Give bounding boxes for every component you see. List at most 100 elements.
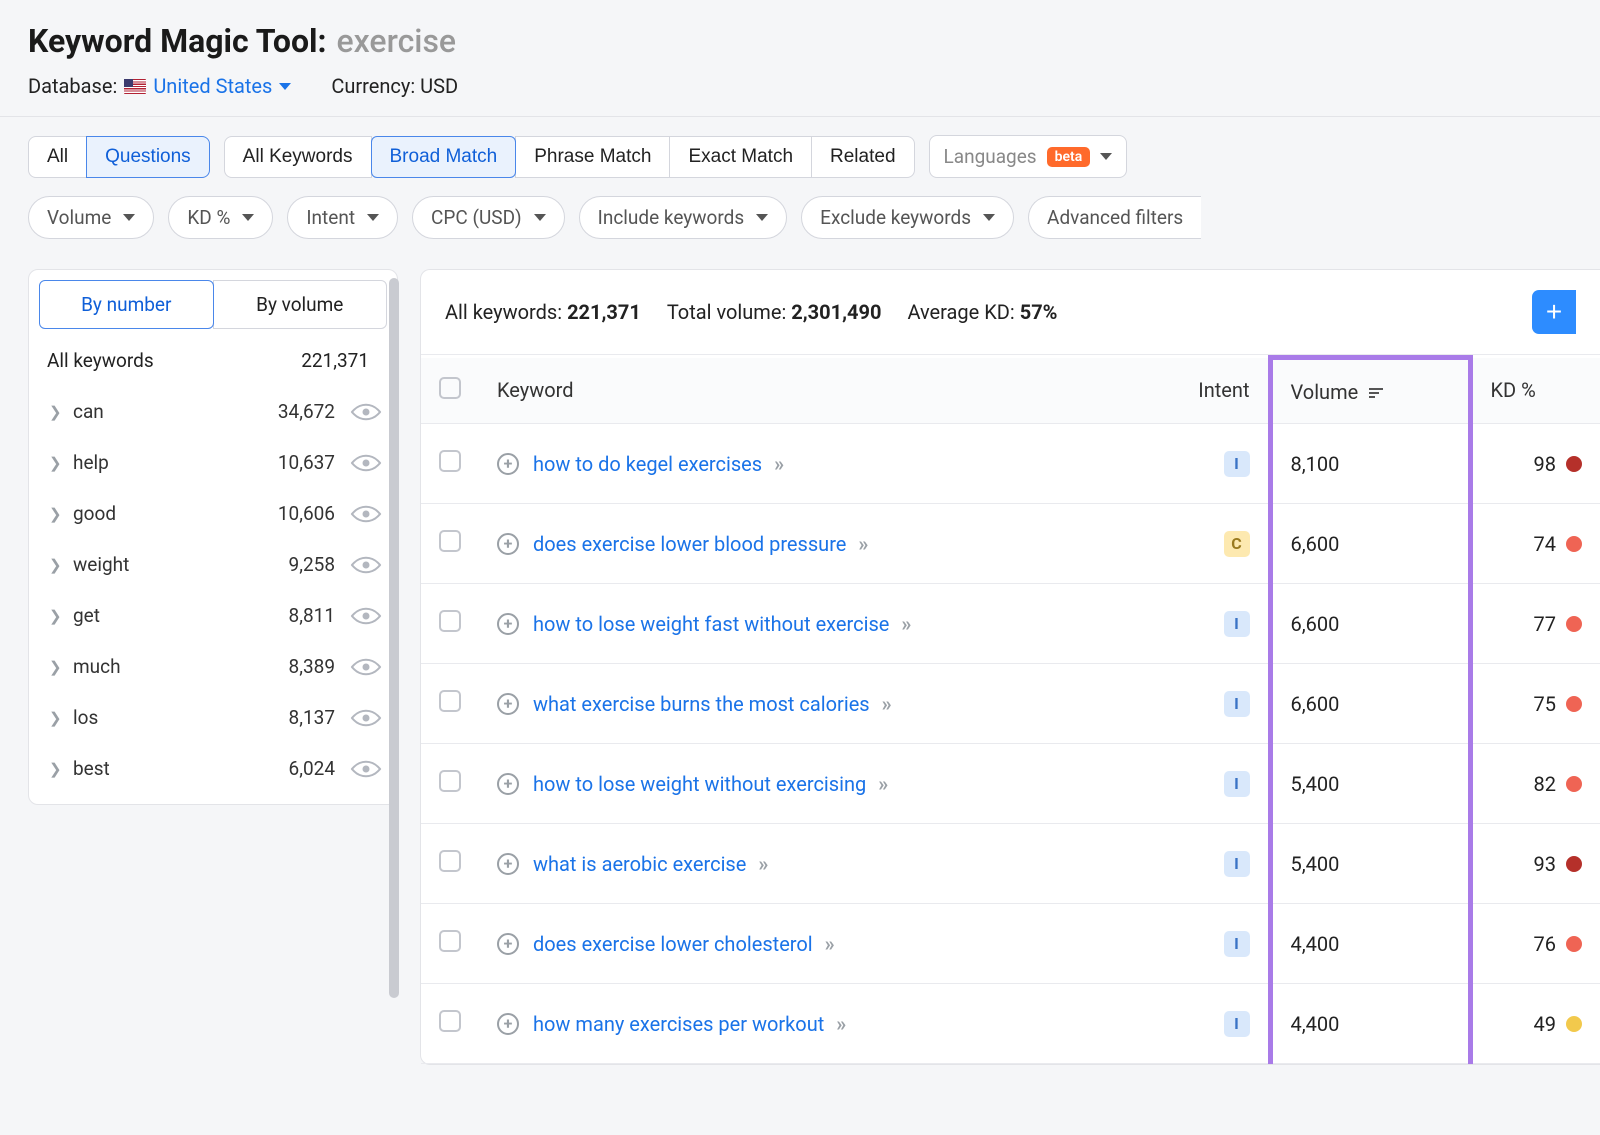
sort-desc-icon bbox=[1369, 386, 1383, 400]
row-checkbox[interactable] bbox=[439, 450, 461, 472]
column-intent[interactable]: Intent bbox=[1160, 358, 1270, 424]
expand-icon[interactable]: + bbox=[497, 453, 519, 475]
sidebar-item-word: can bbox=[73, 400, 243, 423]
chevron-down-icon bbox=[123, 214, 135, 221]
keyword-link[interactable]: how many exercises per workout bbox=[533, 1012, 824, 1036]
column-keyword[interactable]: Keyword bbox=[479, 358, 1160, 424]
sidebar-item[interactable]: ❯much8,389 bbox=[39, 641, 387, 692]
keyword-link[interactable]: what exercise burns the most calories bbox=[533, 692, 870, 716]
sidebar-scrollbar[interactable] bbox=[389, 278, 399, 998]
sidebar-item[interactable]: ❯can34,672 bbox=[39, 386, 387, 437]
tab-broad-match[interactable]: Broad Match bbox=[371, 136, 517, 178]
sidebar-tab-by-volume[interactable]: By volume bbox=[213, 280, 388, 329]
keyword-link[interactable]: does exercise lower cholesterol bbox=[533, 932, 813, 956]
filter-intent-label: Intent bbox=[306, 206, 355, 229]
eye-icon[interactable] bbox=[350, 753, 381, 784]
chevron-down-icon bbox=[534, 214, 546, 221]
double-chevron-icon[interactable]: » bbox=[878, 772, 884, 796]
sidebar-item[interactable]: ❯los8,137 bbox=[39, 692, 387, 743]
double-chevron-icon[interactable]: » bbox=[836, 1012, 842, 1036]
summary-avg-kd-label: Average KD: bbox=[907, 300, 1014, 324]
sidebar-item-count: 9,258 bbox=[253, 553, 335, 576]
column-kd[interactable]: KD % bbox=[1470, 358, 1600, 424]
expand-icon[interactable]: + bbox=[497, 773, 519, 795]
filter-exclude[interactable]: Exclude keywords bbox=[801, 196, 1014, 239]
filter-volume-label: Volume bbox=[47, 206, 111, 229]
sidebar-item[interactable]: ❯help10,637 bbox=[39, 437, 387, 488]
kd-value: 75 bbox=[1534, 692, 1556, 716]
intent-badge: I bbox=[1224, 691, 1250, 717]
expand-icon[interactable]: + bbox=[497, 853, 519, 875]
sidebar-item[interactable]: ❯weight9,258 bbox=[39, 539, 387, 590]
row-checkbox[interactable] bbox=[439, 690, 461, 712]
double-chevron-icon[interactable]: » bbox=[774, 452, 780, 476]
eye-icon[interactable] bbox=[350, 651, 381, 682]
row-checkbox[interactable] bbox=[439, 850, 461, 872]
double-chevron-icon[interactable]: » bbox=[825, 932, 831, 956]
double-chevron-icon[interactable]: » bbox=[882, 692, 888, 716]
eye-icon[interactable] bbox=[350, 549, 381, 580]
difficulty-dot-icon bbox=[1566, 696, 1582, 712]
languages-label: Languages bbox=[944, 145, 1037, 168]
row-checkbox[interactable] bbox=[439, 770, 461, 792]
intent-badge: I bbox=[1224, 771, 1250, 797]
tab-questions[interactable]: Questions bbox=[86, 136, 210, 178]
row-checkbox[interactable] bbox=[439, 610, 461, 632]
row-checkbox[interactable] bbox=[439, 530, 461, 552]
keyword-link[interactable]: what is aerobic exercise bbox=[533, 852, 746, 876]
eye-icon[interactable] bbox=[350, 600, 381, 631]
sidebar-item[interactable]: ❯best6,024 bbox=[39, 743, 387, 794]
filter-advanced[interactable]: Advanced filters bbox=[1028, 196, 1201, 239]
question-toggle-group: All Questions bbox=[28, 136, 210, 178]
double-chevron-icon[interactable]: » bbox=[858, 532, 864, 556]
difficulty-dot-icon bbox=[1566, 616, 1582, 632]
expand-icon[interactable]: + bbox=[497, 613, 519, 635]
row-checkbox[interactable] bbox=[439, 930, 461, 952]
filter-cpc[interactable]: CPC (USD) bbox=[412, 196, 565, 239]
sidebar-all-keywords-label: All keywords bbox=[47, 349, 154, 372]
filter-kd-label: KD % bbox=[187, 206, 230, 229]
column-volume[interactable]: Volume bbox=[1270, 358, 1470, 424]
expand-icon[interactable]: + bbox=[497, 693, 519, 715]
sidebar-tab-by-number[interactable]: By number bbox=[39, 280, 214, 329]
summary-total-vol-label: Total volume: bbox=[667, 300, 786, 324]
sidebar-item[interactable]: ❯get8,811 bbox=[39, 590, 387, 641]
chevron-right-icon: ❯ bbox=[49, 403, 63, 421]
filter-kd[interactable]: KD % bbox=[168, 196, 273, 239]
keyword-link[interactable]: does exercise lower blood pressure bbox=[533, 532, 846, 556]
table-row: + what exercise burns the most calories » I… bbox=[421, 664, 1600, 744]
filter-intent[interactable]: Intent bbox=[287, 196, 398, 239]
tab-all[interactable]: All bbox=[28, 136, 87, 178]
languages-dropdown[interactable]: Languages beta bbox=[929, 135, 1128, 178]
tab-all-keywords[interactable]: All Keywords bbox=[224, 136, 372, 178]
select-all-checkbox[interactable] bbox=[439, 377, 461, 399]
sidebar-item[interactable]: ❯good10,606 bbox=[39, 488, 387, 539]
volume-cell: 5,400 bbox=[1270, 824, 1470, 904]
keyword-link[interactable]: how to do kegel exercises bbox=[533, 452, 762, 476]
eye-icon[interactable] bbox=[350, 396, 381, 427]
volume-cell: 6,600 bbox=[1270, 664, 1470, 744]
double-chevron-icon[interactable]: » bbox=[758, 852, 764, 876]
expand-icon[interactable]: + bbox=[497, 933, 519, 955]
keyword-link[interactable]: how to lose weight fast without exercise bbox=[533, 612, 889, 636]
sidebar-item-count: 6,024 bbox=[253, 757, 335, 780]
double-chevron-icon[interactable]: » bbox=[901, 612, 907, 636]
eye-icon[interactable] bbox=[350, 702, 381, 733]
keyword-link[interactable]: how to lose weight without exercising bbox=[533, 772, 866, 796]
sidebar-item-word: good bbox=[73, 502, 243, 525]
table-row: + how to lose weight without exercising » I… bbox=[421, 744, 1600, 824]
filter-advanced-label: Advanced filters bbox=[1047, 206, 1183, 229]
tab-related[interactable]: Related bbox=[811, 136, 915, 178]
filter-include-label: Include keywords bbox=[598, 206, 745, 229]
filter-volume[interactable]: Volume bbox=[28, 196, 154, 239]
add-button[interactable]: + bbox=[1532, 290, 1576, 334]
tab-exact-match[interactable]: Exact Match bbox=[669, 136, 812, 178]
tab-phrase-match[interactable]: Phrase Match bbox=[515, 136, 670, 178]
expand-icon[interactable]: + bbox=[497, 533, 519, 555]
eye-icon[interactable] bbox=[350, 447, 381, 478]
filter-include[interactable]: Include keywords bbox=[579, 196, 788, 239]
expand-icon[interactable]: + bbox=[497, 1013, 519, 1035]
eye-icon[interactable] bbox=[350, 498, 381, 529]
row-checkbox[interactable] bbox=[439, 1010, 461, 1032]
database-selector[interactable]: Database: United States bbox=[28, 74, 291, 98]
